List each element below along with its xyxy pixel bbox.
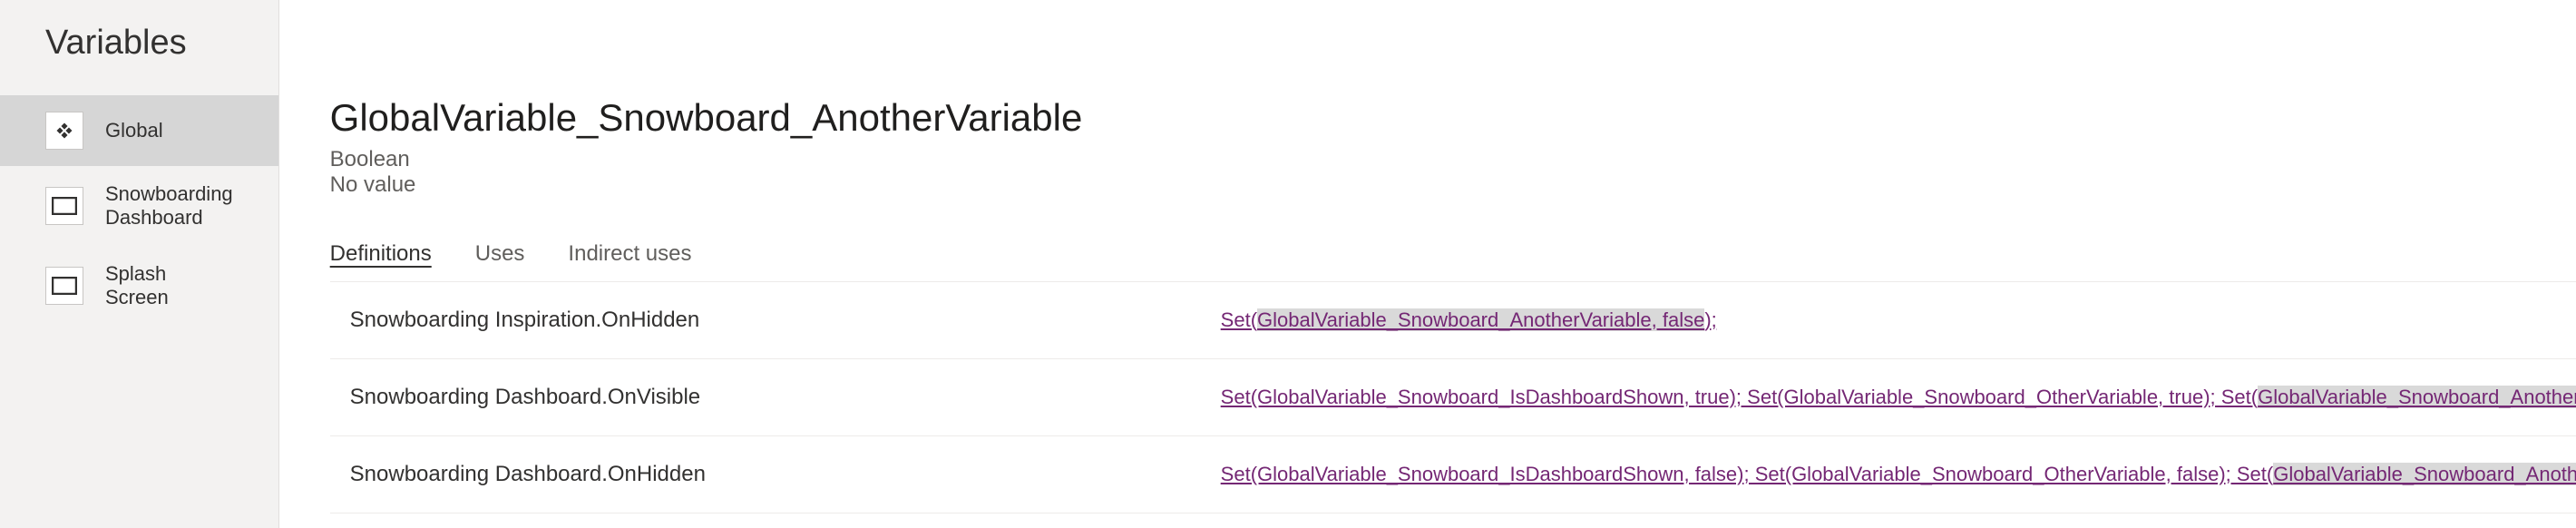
definition-location: Snowboarding Dashboard.OnVisible bbox=[350, 385, 1221, 410]
definitions-list: Snowboarding Inspiration.OnHidden Set(Gl… bbox=[330, 282, 2576, 513]
definition-row: Snowboarding Dashboard.OnVisible Set(Glo… bbox=[330, 359, 2576, 436]
variable-value-label: No value bbox=[330, 172, 2576, 198]
variable-type-label: Boolean bbox=[330, 147, 2576, 172]
sidebar-item-label: Global bbox=[105, 119, 163, 142]
tabs: Definitions Uses Indirect uses bbox=[330, 241, 2576, 282]
definition-row: Snowboarding Inspiration.OnHidden Set(Gl… bbox=[330, 282, 2576, 359]
sidebar-item-global[interactable]: Global bbox=[0, 95, 278, 166]
sidebar-item-snowboarding-dashboard[interactable]: Snowboarding Dashboard bbox=[0, 166, 278, 246]
definition-formula-link[interactable]: Set(GlobalVariable_Snowboard_AnotherVari… bbox=[1221, 308, 1717, 332]
tab-definitions[interactable]: Definitions bbox=[330, 241, 432, 281]
main-content: GlobalVariable_Snowboard_AnotherVariable… bbox=[279, 0, 2576, 528]
sidebar-item-label: Snowboarding Dashboard bbox=[105, 182, 233, 230]
definition-formula-link[interactable]: Set(GlobalVariable_Snowboard_IsDashboard… bbox=[1221, 463, 2576, 486]
definition-formula-link[interactable]: Set(GlobalVariable_Snowboard_IsDashboard… bbox=[1221, 386, 2576, 409]
screen-icon bbox=[45, 267, 83, 305]
sidebar-title: Variables bbox=[0, 0, 278, 95]
variable-name-heading: GlobalVariable_Snowboard_AnotherVariable bbox=[330, 33, 2576, 140]
definition-row: Snowboarding Dashboard.OnHidden Set(Glob… bbox=[330, 436, 2576, 513]
sidebar: Variables Global Snowboarding Dashboard bbox=[0, 0, 279, 528]
definition-location: Snowboarding Dashboard.OnHidden bbox=[350, 462, 1221, 487]
screen-icon bbox=[45, 187, 83, 225]
sidebar-item-label: Splash Screen bbox=[105, 262, 233, 309]
global-icon bbox=[45, 112, 83, 150]
sidebar-item-splash-screen[interactable]: Splash Screen bbox=[0, 246, 278, 326]
definition-location: Snowboarding Inspiration.OnHidden bbox=[350, 308, 1221, 333]
tab-indirect-uses[interactable]: Indirect uses bbox=[568, 241, 691, 281]
tab-uses[interactable]: Uses bbox=[475, 241, 525, 281]
